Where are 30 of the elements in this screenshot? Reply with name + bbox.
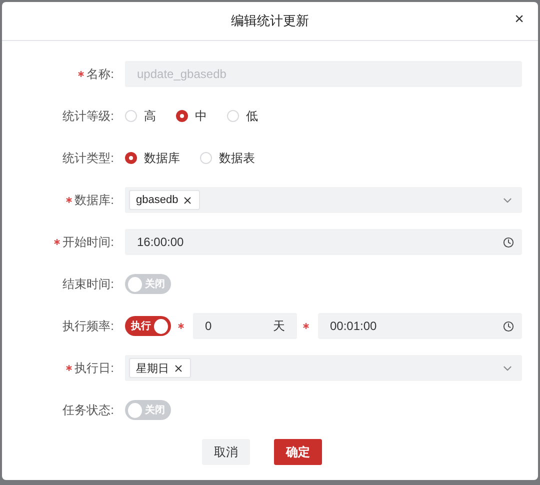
field-label: 任务状态: — [62, 402, 114, 418]
tag: gbasedb — [129, 190, 200, 210]
radio-option[interactable]: 低 — [227, 108, 258, 124]
field-label: 统计等级: — [62, 108, 114, 124]
tag: 星期日 — [129, 358, 191, 378]
field-label: 开始时间: — [62, 234, 114, 250]
field-label: 执行频率: — [62, 318, 114, 334]
select-field[interactable]: gbasedb — [125, 187, 522, 213]
clock-icon — [503, 236, 514, 248]
confirm-button[interactable]: 确定 — [274, 439, 322, 465]
field-label: 数据库: — [74, 192, 114, 208]
radio-option[interactable]: 数据表 — [200, 150, 255, 166]
time-field[interactable]: 16:00:00 — [125, 229, 522, 255]
field-label: 名称: — [86, 66, 114, 82]
toggle-switch[interactable]: 执行 — [125, 316, 171, 336]
clock-icon — [503, 320, 514, 332]
field-label: 执行日: — [74, 360, 114, 376]
field-label: 结束时间: — [62, 276, 114, 292]
days-field[interactable]: 0 天 — [193, 313, 297, 339]
close-icon[interactable] — [182, 194, 194, 206]
close-icon[interactable] — [173, 362, 184, 374]
select-field[interactable]: 星期日 — [125, 355, 522, 381]
close-button[interactable]: × — [512, 12, 526, 28]
field-label: 统计类型: — [62, 150, 114, 166]
time-field[interactable]: 00:01:00 — [318, 313, 522, 339]
radio-option[interactable]: 数据库 — [125, 150, 180, 166]
cancel-button[interactable]: 取消 — [202, 439, 250, 465]
dialog-title: 编辑统计更新 — [231, 12, 309, 30]
radio-option[interactable]: 中 — [176, 108, 207, 124]
radio-option[interactable]: 高 — [125, 108, 156, 124]
